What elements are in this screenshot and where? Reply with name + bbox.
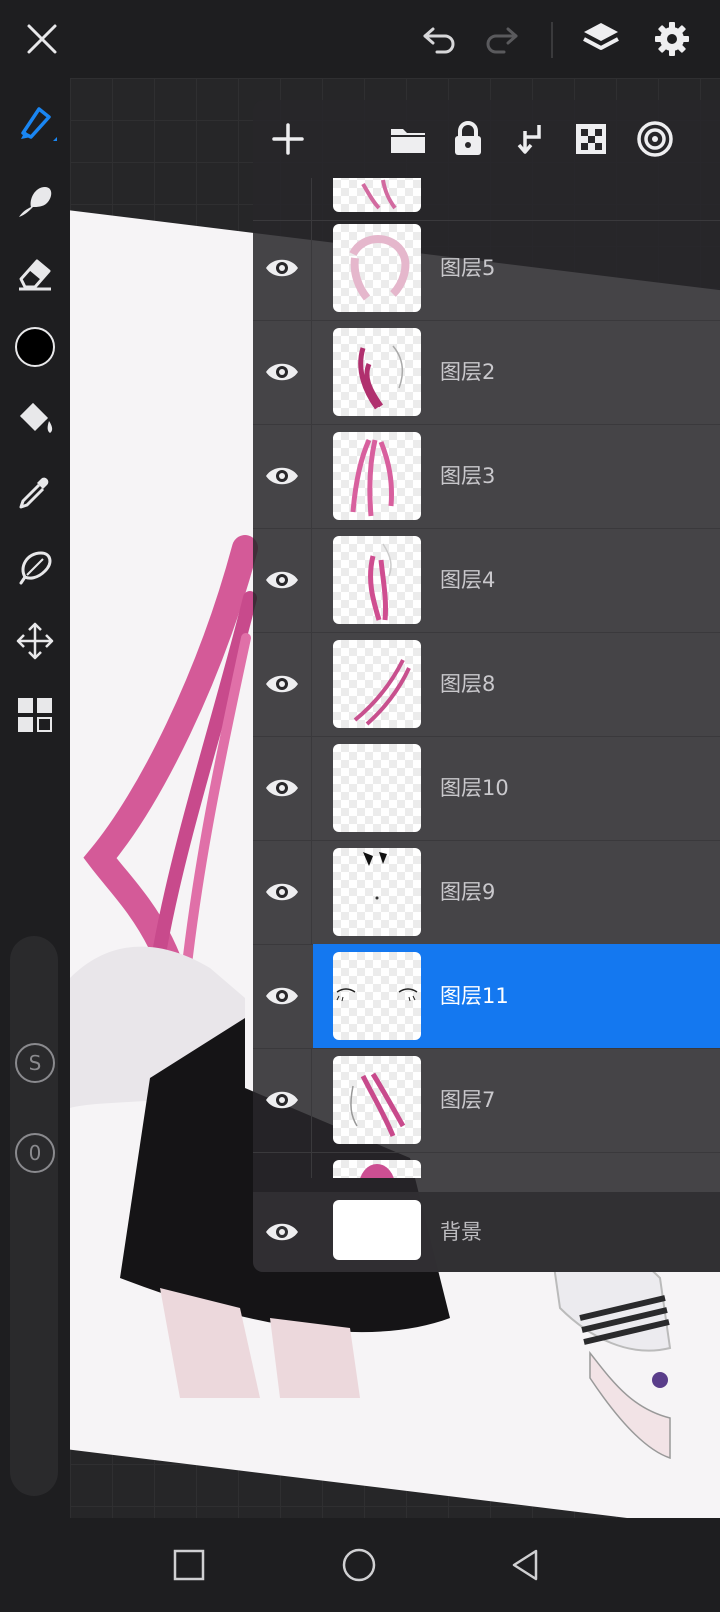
background-layer-row[interactable]: 背景 [253,1192,720,1272]
visibility-eye-icon[interactable] [253,632,311,736]
eyedropper-icon[interactable] [10,468,60,518]
layer-name: 图层5 [440,256,496,280]
clipping-icon[interactable] [630,114,680,164]
layers-panel: 图层5 图层2 图层3 图层4 图层8 图层10 图层9 图层11 图层7 背景 [253,100,720,1272]
layer-name: 图层10 [440,776,509,800]
layers-icon[interactable] [576,14,626,64]
layer-row[interactable]: 图层9 [253,840,720,945]
grid-icon[interactable] [10,690,60,740]
visibility-eye-icon[interactable] [253,944,311,1048]
opacity-button-label: 0 [15,1133,55,1173]
folder-icon[interactable] [383,114,433,164]
layer-thumbnail [333,328,421,416]
layer-thumbnail [333,640,421,728]
layer-name: 图层3 [440,464,496,488]
layer-row[interactable]: 图层7 [253,1048,720,1153]
recent-apps-icon[interactable] [164,1540,214,1590]
eraser-icon[interactable] [10,248,60,298]
brush-icon[interactable] [10,98,60,148]
layer-thumbnail [333,1160,421,1178]
layer-row[interactable]: 图层3 [253,424,720,529]
visibility-eye-icon[interactable] [253,840,311,944]
size-button-label: S [15,1043,55,1083]
lock-icon[interactable] [443,114,493,164]
lasso-icon[interactable] [10,542,60,592]
layer-name: 图层2 [440,360,496,384]
visibility-eye-icon[interactable] [253,1048,311,1152]
back-icon[interactable] [500,1540,550,1590]
fill-bucket-icon[interactable] [10,394,60,444]
layer-name: 图层4 [440,568,496,592]
system-nav-bar [0,1518,720,1612]
add-layer-icon[interactable] [263,114,313,164]
layer-thumbnail [333,178,421,212]
settings-icon[interactable] [647,14,697,64]
layer-row-selected[interactable]: 图层11 [253,944,720,1049]
top-toolbar [0,0,720,78]
layer-row-partial[interactable] [253,178,720,221]
layer-row[interactable]: 图层5 [253,216,720,321]
opacity-button[interactable]: 0 [10,1128,60,1178]
layer-row[interactable]: 图层2 [253,320,720,425]
alpha-lock-icon[interactable] [566,114,616,164]
home-icon[interactable] [334,1540,384,1590]
layers-panel-toolbar [253,100,720,178]
layer-thumbnail [333,848,421,936]
undo-icon[interactable] [414,14,464,64]
layer-thumbnail [333,744,421,832]
visibility-eye-icon[interactable] [253,736,311,840]
left-toolbar: S 0 [0,78,70,1518]
layer-name: 图层7 [440,1088,496,1112]
visibility-eye-icon[interactable] [253,320,311,424]
layer-thumbnail [333,536,421,624]
redo-icon[interactable] [477,14,527,64]
smudge-icon[interactable] [10,176,60,226]
visibility-eye-icon[interactable] [253,216,311,320]
layer-thumbnail [333,224,421,312]
visibility-eye-icon[interactable] [253,528,311,632]
layer-name: 图层11 [440,984,509,1008]
merge-down-icon[interactable] [505,114,555,164]
toolbar-divider [551,22,553,58]
layer-row[interactable]: 图层10 [253,736,720,841]
layer-name: 图层8 [440,672,496,696]
background-layer-name: 背景 [440,1220,482,1244]
layer-name: 图层9 [440,880,496,904]
color-swatch[interactable] [10,322,60,372]
visibility-eye-icon[interactable] [253,1192,311,1272]
transform-icon[interactable] [10,616,60,666]
layer-row-partial[interactable] [253,1152,720,1178]
background-thumbnail [333,1200,421,1260]
size-button[interactable]: S [10,1038,60,1088]
visibility-eye-icon[interactable] [253,424,311,528]
brush-size-slider[interactable] [10,936,58,1496]
layer-thumbnail [333,432,421,520]
layer-row[interactable]: 图层4 [253,528,720,633]
layer-row[interactable]: 图层8 [253,632,720,737]
close-icon[interactable] [17,14,67,64]
layer-thumbnail [333,952,421,1040]
layer-thumbnail [333,1056,421,1144]
layer-list[interactable]: 图层5 图层2 图层3 图层4 图层8 图层10 图层9 图层11 图层7 [253,178,720,1178]
